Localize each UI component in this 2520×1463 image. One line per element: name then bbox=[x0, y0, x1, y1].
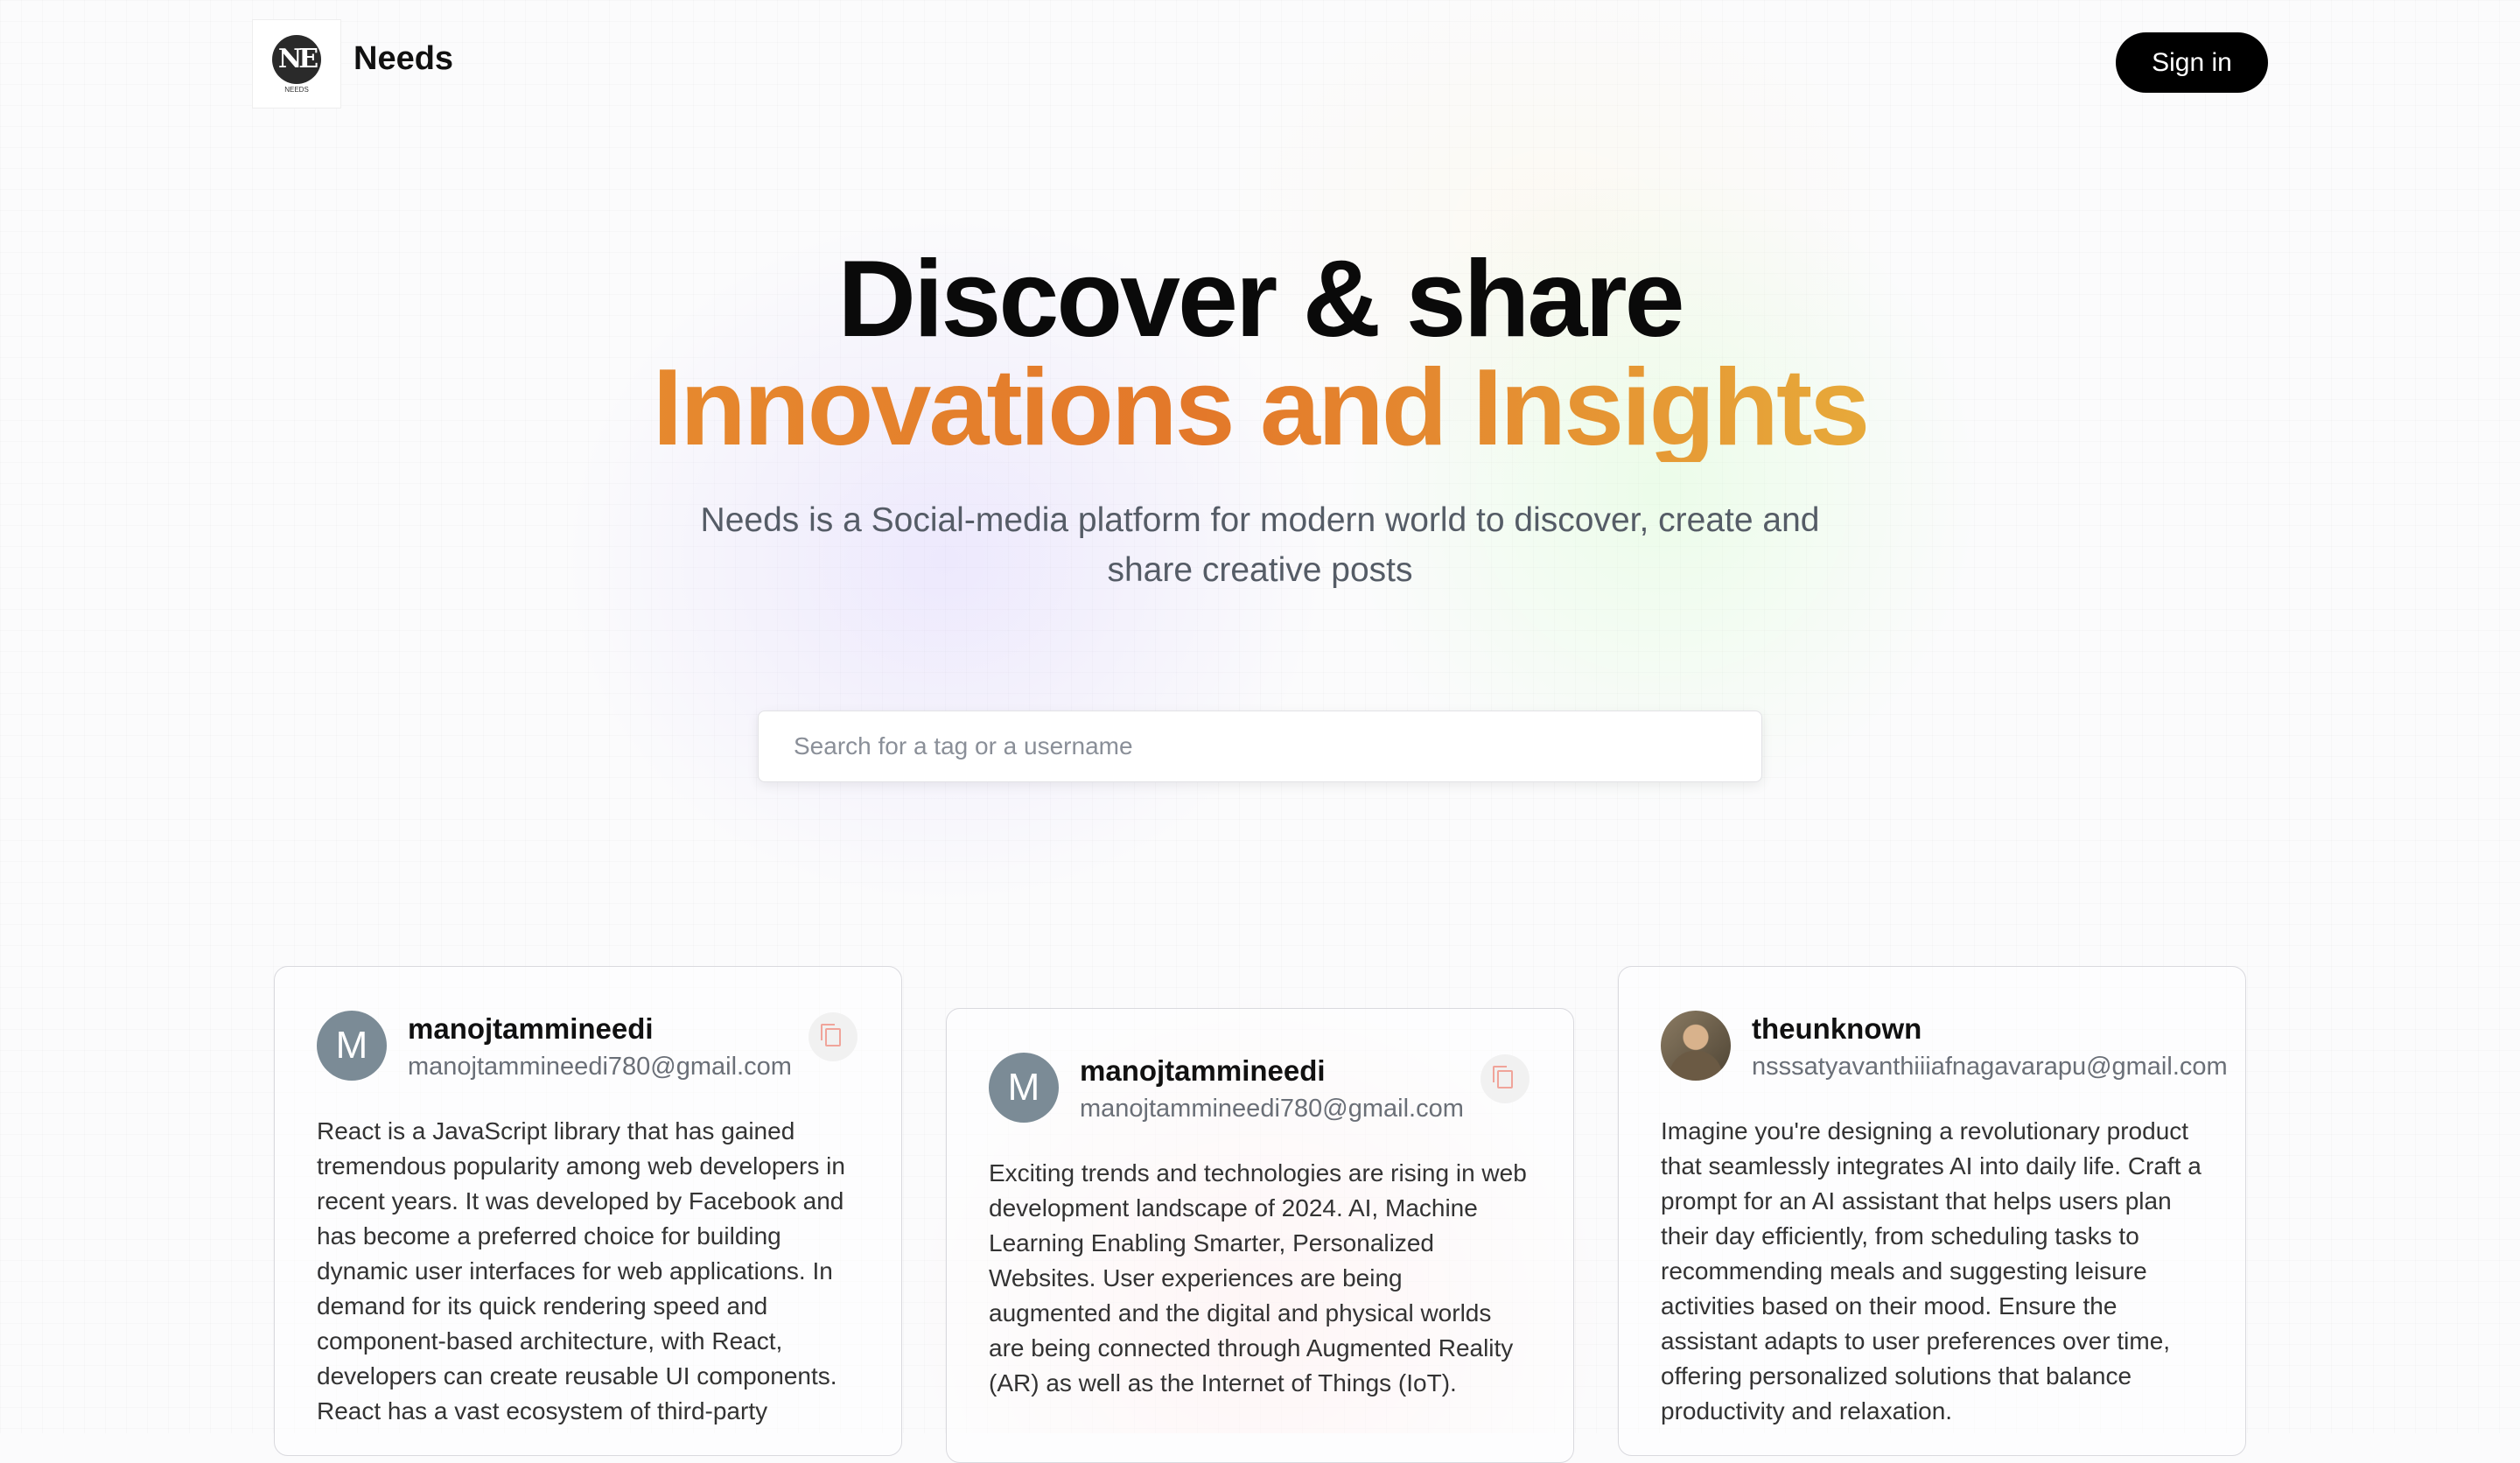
post-card: theunknown nsssatyavanthiiiafnagavarapu@… bbox=[1618, 966, 2246, 1456]
post-email: manojtammineedi780@gmail.com bbox=[408, 1053, 792, 1081]
post-email: nsssatyavanthiiiafnagavarapu@gmail.com bbox=[1752, 1053, 2228, 1081]
post-card: M manojtammineedi manojtammineedi780@gma… bbox=[274, 966, 902, 1456]
post-header[interactable]: M manojtammineedi manojtammineedi780@gma… bbox=[317, 1011, 859, 1081]
post-header[interactable]: theunknown nsssatyavanthiiiafnagavarapu@… bbox=[1661, 1011, 2228, 1081]
hero-title-line1: Discover & share bbox=[837, 239, 1684, 360]
hero-title-line2: Innovations and Insights bbox=[652, 347, 1871, 468]
post-username[interactable]: theunknown bbox=[1752, 1012, 1922, 1046]
copy-icon bbox=[821, 1023, 841, 1046]
logo-mark: NE bbox=[272, 34, 321, 84]
hero: Discover & share Innovations and Insight… bbox=[0, 245, 2520, 595]
post-text: Exciting trends and technologies are ris… bbox=[989, 1159, 1527, 1396]
post-username[interactable]: manojtammineedi bbox=[408, 1012, 654, 1046]
copy-button[interactable] bbox=[808, 1012, 858, 1061]
post-text: Imagine you're designing a revolutionary… bbox=[1661, 1117, 2202, 1424]
brand-name[interactable]: Needs bbox=[354, 40, 453, 78]
avatar[interactable]: M bbox=[317, 1011, 387, 1081]
sign-in-button[interactable]: Sign in bbox=[2116, 32, 2268, 93]
post-text: React is a JavaScript library that has g… bbox=[317, 1117, 845, 1424]
post-email: manojtammineedi780@gmail.com bbox=[1080, 1095, 1464, 1123]
hero-description: Needs is a Social-media platform for mod… bbox=[700, 501, 1820, 589]
search-input[interactable] bbox=[758, 710, 1762, 782]
avatar[interactable] bbox=[1661, 1011, 1731, 1081]
avatar[interactable]: M bbox=[989, 1053, 1059, 1123]
logo-caption: NEEDS bbox=[284, 85, 309, 94]
post-card: M manojtammineedi manojtammineedi780@gma… bbox=[946, 1008, 1574, 1463]
top-nav: NE NEEDS Needs Sign in bbox=[0, 0, 2520, 122]
post-header[interactable]: M manojtammineedi manojtammineedi780@gma… bbox=[989, 1053, 1531, 1123]
post-username[interactable]: manojtammineedi bbox=[1080, 1054, 1326, 1088]
logo[interactable]: NE NEEDS bbox=[252, 19, 341, 108]
copy-button[interactable] bbox=[1480, 1054, 1530, 1103]
copy-icon bbox=[1493, 1065, 1513, 1088]
